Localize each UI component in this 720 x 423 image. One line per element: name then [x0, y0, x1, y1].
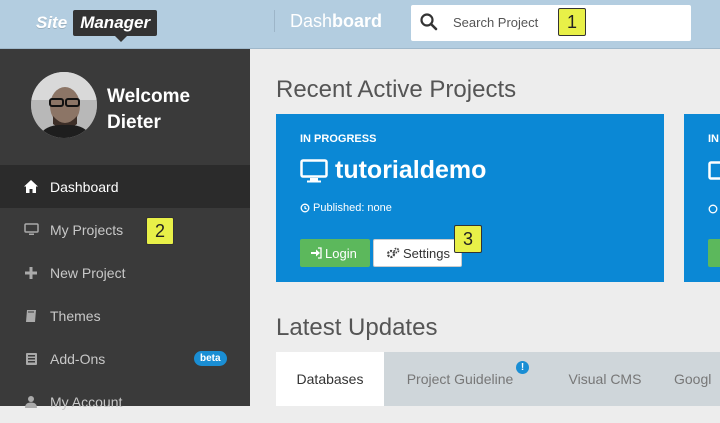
- updates-tabs: Databases Project Guideline ! Visual CMS…: [276, 352, 720, 406]
- sidebar-item-label: Themes: [50, 308, 101, 324]
- user-photo: [31, 72, 97, 138]
- publish-status-text: Published: none: [313, 202, 392, 214]
- book-icon: [22, 309, 40, 323]
- tab-project-guideline[interactable]: Project Guideline !: [384, 352, 536, 406]
- tab-databases[interactable]: Databases: [276, 352, 384, 406]
- login-button[interactable]: Login: [300, 239, 370, 267]
- plus-icon: [22, 267, 40, 279]
- project-status: IN PROGRESS: [300, 133, 376, 145]
- sidebar-item-add-ons[interactable]: Add-Ons beta: [0, 337, 250, 380]
- page-title-bold: board: [332, 11, 382, 31]
- sidebar-item-label: Add-Ons: [50, 351, 105, 367]
- puzzle-icon: [22, 352, 40, 366]
- monitor-icon: [300, 159, 328, 183]
- history-icon: [300, 203, 310, 213]
- project-card[interactable]: IN PROGRESS tutorialdemo Published: none…: [276, 114, 664, 282]
- sidebar-item-label: My Projects: [50, 222, 123, 238]
- publish-status: Published: none: [300, 202, 392, 214]
- user-icon: [22, 395, 40, 408]
- site-manager-logo[interactable]: Site Manager: [36, 9, 157, 37]
- avatar[interactable]: [31, 72, 97, 138]
- search-input[interactable]: Search Project: [453, 15, 538, 30]
- callout-badge-1: 1: [558, 8, 586, 36]
- monitor-icon: [22, 223, 40, 236]
- sidebar-item-themes[interactable]: Themes: [0, 294, 250, 337]
- sidebar-item-dashboard[interactable]: Dashboard: [0, 165, 250, 208]
- tab-visual-cms[interactable]: Visual CMS: [546, 352, 664, 406]
- beta-badge: beta: [194, 351, 227, 366]
- recent-projects-heading: Recent Active Projects: [276, 76, 516, 104]
- search-icon: [419, 12, 439, 32]
- settings-button[interactable]: Settings: [373, 239, 462, 267]
- gears-icon: [386, 247, 400, 259]
- tab-label: Databases: [297, 371, 364, 387]
- monitor-icon: [708, 161, 720, 185]
- sidebar-item-my-projects[interactable]: My Projects: [0, 208, 250, 251]
- project-name-row: tutorialdemo: [300, 156, 486, 185]
- latest-updates-heading: Latest Updates: [276, 314, 437, 342]
- sidebar-item-label: Dashboard: [50, 179, 119, 195]
- sidebar-item-new-project[interactable]: New Project: [0, 251, 250, 294]
- settings-label: Settings: [403, 246, 450, 261]
- search-field[interactable]: Search Project: [411, 5, 691, 41]
- project-name[interactable]: tutorialdemo: [335, 156, 486, 185]
- info-icon: !: [516, 361, 529, 374]
- tab-google[interactable]: Googl: [674, 352, 720, 406]
- history-icon: [708, 204, 718, 214]
- logo-manager-text: Manager: [73, 10, 157, 36]
- project-status: IN: [708, 133, 719, 145]
- project-card-partial[interactable]: IN: [684, 114, 720, 282]
- home-icon: [22, 179, 40, 194]
- tab-label: Googl: [674, 371, 711, 387]
- header-divider: [274, 10, 275, 32]
- sign-in-icon: [310, 247, 322, 259]
- logo-site-text: Site: [36, 13, 67, 33]
- page-title-light: Dash: [290, 11, 332, 31]
- callout-badge-3: 3: [454, 225, 482, 253]
- page-title: Dashboard: [290, 11, 382, 32]
- login-button-partial[interactable]: [708, 239, 720, 267]
- user-name: Dieter: [107, 110, 190, 136]
- sidebar-item-my-account[interactable]: My Account: [0, 380, 250, 423]
- callout-badge-2: 2: [146, 217, 174, 245]
- top-bar: Site Manager Dashboard Search Project 1: [0, 0, 720, 49]
- tab-label: Visual CMS: [569, 371, 642, 387]
- sidebar-item-label: New Project: [50, 265, 125, 281]
- sidebar-item-label: My Account: [50, 394, 122, 410]
- tab-label: Project Guideline: [407, 371, 514, 387]
- welcome-block: Welcome Dieter: [107, 84, 190, 136]
- welcome-greeting: Welcome: [107, 84, 190, 110]
- sidebar: Welcome Dieter Dashboard My Projects 2 N…: [0, 49, 250, 406]
- login-label: Login: [325, 246, 357, 261]
